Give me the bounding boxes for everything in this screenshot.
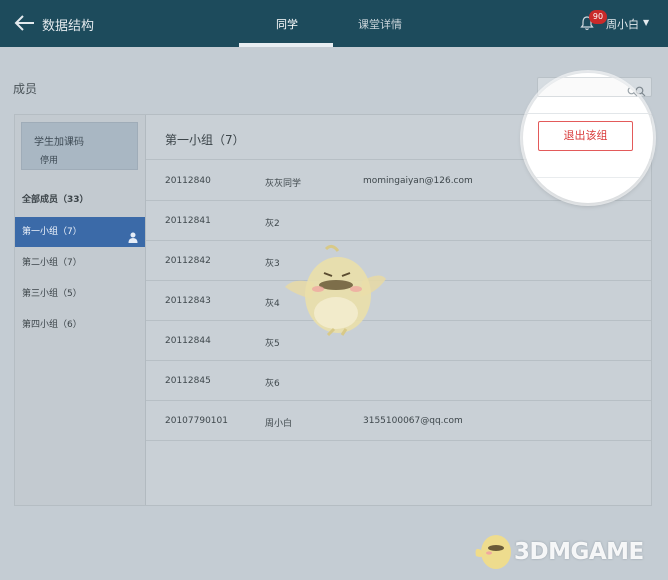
member-id: 20112843 — [165, 296, 211, 306]
top-bar: 数据结构 同学 课堂详情 90 周小白 ▼ — [0, 0, 668, 47]
member-row[interactable]: 20112845 灰6 — [146, 361, 651, 401]
watermark-mascot-icon — [475, 535, 511, 569]
spotlight-search-box — [537, 77, 647, 97]
member-row[interactable]: 20112842 灰3 — [146, 241, 651, 281]
member-name: 灰2 — [265, 219, 280, 229]
sidebar-item-all-members[interactable]: 全部成员（33） — [15, 185, 145, 215]
member-name: 灰灰同学 — [265, 179, 302, 189]
course-title: 数据结构 — [42, 19, 95, 34]
course-code-title: 学生加课码 — [34, 137, 84, 148]
person-icon[interactable] — [128, 226, 138, 243]
member-row[interactable]: 20112844 灰5 — [146, 321, 651, 361]
mascot-icon — [280, 243, 390, 338]
group-title: 第一小组（7） — [165, 133, 245, 147]
member-email: momingaiyan@126.com — [363, 176, 473, 186]
member-row[interactable]: 20112841 灰2 — [146, 201, 651, 241]
spotlight-divider — [523, 177, 653, 178]
tab-classmates[interactable]: 同学 — [276, 16, 298, 32]
tab-class-details[interactable]: 课堂详情 — [358, 16, 402, 32]
site-watermark: 3DMGAME — [474, 528, 664, 576]
member-row[interactable]: 20112843 灰4 — [146, 281, 651, 321]
exit-group-button[interactable]: 退出该组 — [538, 121, 633, 151]
chevron-down-icon[interactable]: ▼ — [643, 18, 649, 27]
back-arrow-icon[interactable] — [14, 13, 36, 33]
watermark-text: 3DMGAME — [514, 539, 644, 565]
member-name: 灰3 — [265, 259, 280, 269]
sidebar-item-group-2[interactable]: 第二小组（7） — [15, 248, 145, 278]
sidebar-item-group-4[interactable]: 第四小组（6） — [15, 310, 145, 340]
members-section-title: 成员 — [13, 82, 38, 96]
search-icon — [627, 82, 638, 101]
sidebar-item-group-1[interactable]: 第一小组（7） — [15, 217, 145, 247]
exit-button-spotlight: 退出该组 — [523, 73, 653, 203]
member-name: 灰5 — [265, 339, 280, 349]
member-id: 20112840 — [165, 176, 211, 186]
active-tab-indicator — [239, 43, 333, 47]
user-name[interactable]: 周小白 — [606, 16, 639, 32]
member-id: 20112844 — [165, 336, 211, 346]
spotlight-divider — [523, 113, 653, 114]
member-id: 20112841 — [165, 216, 211, 226]
course-code-panel[interactable]: 学生加课码 停用 — [21, 122, 138, 170]
member-email: 3155100067@qq.com — [363, 416, 463, 426]
sidebar-item-label: 第一小组（7） — [22, 227, 82, 237]
member-row[interactable]: 20107790101 周小白 3155100067@qq.com — [146, 401, 651, 441]
group-sidebar: 学生加课码 停用 全部成员（33） 第一小组（7） 第二小组（7） 第三小组（5… — [15, 115, 146, 505]
member-name: 灰4 — [265, 299, 280, 309]
course-code-status: 停用 — [40, 156, 59, 166]
sidebar-item-group-3[interactable]: 第三小组（5） — [15, 279, 145, 309]
member-id: 20107790101 — [165, 416, 228, 426]
member-name: 灰6 — [265, 379, 280, 389]
notification-badge: 90 — [589, 10, 607, 24]
member-name: 周小白 — [265, 419, 293, 429]
member-id: 20112842 — [165, 256, 211, 266]
member-id: 20112845 — [165, 376, 211, 386]
